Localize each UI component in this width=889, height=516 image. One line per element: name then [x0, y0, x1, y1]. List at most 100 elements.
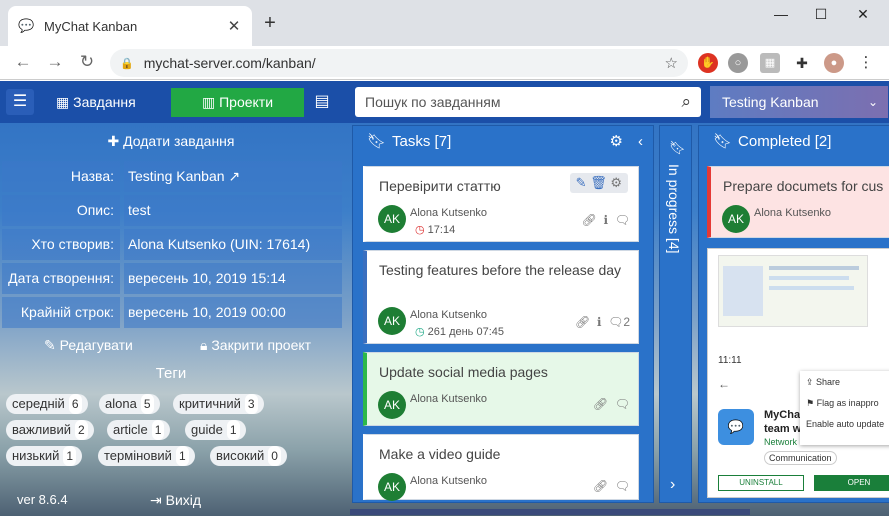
comment-icon[interactable]: 🗨︎ [615, 479, 630, 493]
task-card[interactable]: Testing features before the release day … [363, 250, 639, 344]
tag[interactable]: article 1 [107, 420, 171, 440]
field-value: test [124, 195, 342, 226]
tag-count: 1 [226, 420, 240, 440]
tag[interactable]: низький 1 [6, 446, 83, 466]
edit-label: Редагувати [59, 337, 133, 353]
field-label: Опис: [2, 195, 120, 226]
field-value: вересень 10, 2019 00:00 [124, 297, 342, 328]
project-name-value: Testing Kanban [128, 168, 225, 184]
extension-circle-icon[interactable]: ○ [728, 53, 748, 73]
task-card[interactable]: Prepare documets for cus AK Alona Kutsen… [707, 166, 889, 238]
project-select[interactable]: Testing Kanban ⌄ [710, 86, 888, 118]
comment-count: 2 [623, 315, 630, 329]
search-icon[interactable]: ⌕ [681, 92, 691, 112]
plus-icon: ✚ [107, 133, 124, 149]
bookmark-icon: 🔖︎ [713, 133, 733, 150]
column-in-progress-collapsed[interactable]: 🔖︎ In progress [4] › [659, 125, 692, 503]
info-icon[interactable]: ℹ [604, 213, 609, 227]
sidebar: ✚ Додати завдання Назва: Testing Kanban … [0, 123, 342, 516]
comment-icon[interactable]: 🗨︎ [615, 397, 630, 411]
chevron-right-icon[interactable]: › [670, 476, 675, 494]
pencil-icon[interactable]: ✎ [576, 175, 587, 190]
profile-avatar[interactable]: ● [824, 53, 844, 73]
gear-icon[interactable]: ⚙ [610, 126, 623, 158]
tag[interactable]: alona 5 [99, 394, 160, 414]
address-bar[interactable]: 🔒 mychat-server.com/kanban/ ☆ [110, 49, 688, 77]
tab-title: MyChat Kanban [44, 18, 138, 34]
tag[interactable]: терміновий 1 [98, 446, 195, 466]
tag[interactable]: середній 6 [6, 394, 88, 414]
task-card[interactable]: Перевірити статтю ✎ 🗑︎ ⚙ AK Alona Kutsen… [363, 166, 639, 242]
tag-count: 5 [140, 394, 154, 414]
card-meta-icons: 🔗︎ ℹ 🗨︎ [582, 213, 630, 227]
tag-count: 1 [151, 420, 165, 440]
preview-thumbnail [718, 255, 868, 327]
preview-menu-auto: Enable auto update [806, 419, 885, 429]
card-time: 261 день 07:45 [427, 326, 504, 338]
task-card[interactable]: Update social media pages AK Alona Kutse… [363, 352, 639, 426]
add-task-button[interactable]: ✚ Додати завдання [0, 133, 342, 150]
nav-projects-button[interactable]: ▥ Проекти [171, 88, 304, 117]
comment-icon[interactable]: 🗨︎ [615, 213, 630, 227]
card-author: Alona Kutsenko [410, 475, 488, 487]
maximize-icon[interactable]: ☐ [811, 6, 831, 23]
info-icon[interactable]: ℹ [597, 315, 602, 329]
tag[interactable]: важливий 2 [6, 420, 94, 440]
close-tab-icon[interactable]: ✕ [226, 17, 242, 35]
field-label: Дата створення: [2, 263, 120, 294]
field-value: Testing Kanban ↗ [124, 161, 342, 192]
browser-menu-icon[interactable]: ⋮ [856, 53, 876, 73]
edit-button[interactable]: ✎ Редагувати [44, 337, 133, 354]
close-project-button[interactable]: 🔒︎ Закрити проект [200, 337, 311, 354]
link-icon[interactable]: 🔗︎ [575, 315, 590, 329]
external-link-icon[interactable]: ↗ [228, 168, 240, 184]
gear-icon[interactable]: ⚙ [610, 175, 622, 190]
trash-icon[interactable]: 🗑︎ [590, 175, 607, 190]
column-title: Completed [2] [738, 133, 832, 150]
back-icon[interactable]: ← [12, 52, 34, 72]
link-icon[interactable]: 🔗︎ [593, 479, 608, 493]
tag[interactable]: guide 1 [185, 420, 246, 440]
card-title: Prepare documets for cus [723, 178, 884, 194]
app-topnav: ☰ ▦ Завдання ▥ Проекти ▤ Пошук по завдан… [0, 81, 889, 123]
tag[interactable]: високий 0 [210, 446, 287, 466]
tag-name: критичний [179, 396, 241, 411]
link-icon[interactable]: 🔗︎ [593, 397, 608, 411]
project-select-value: Testing Kanban [722, 94, 819, 110]
column-tasks: 🔖︎ Tasks [7] ⚙ ‹ Перевірити статтю ✎ 🗑︎ ⚙… [352, 125, 654, 503]
app-icon: 💬 [718, 409, 754, 445]
add-task-label: Додати завдання [123, 133, 235, 149]
extension-image-icon[interactable]: ▦ [760, 53, 780, 73]
menu-icon[interactable]: ☰ [6, 89, 34, 115]
logout-button[interactable]: ⇥ Вихід [150, 492, 201, 509]
browser-tab[interactable]: 💬 MyChat Kanban ✕ [8, 6, 252, 46]
task-card[interactable]: Make a video guide AK Alona Kutsenko 🔗︎ … [363, 434, 639, 501]
sign-out-icon: ⇥ [150, 492, 166, 508]
column-title: Tasks [7] [392, 133, 452, 150]
adblock-extension-icon[interactable]: ✋ [698, 53, 718, 73]
document-icon[interactable]: ▤ [313, 91, 331, 113]
tag-count: 6 [68, 394, 82, 414]
nav-tasks-button[interactable]: ▦ Завдання [56, 89, 136, 115]
minimize-icon[interactable]: — [771, 6, 791, 22]
horizontal-scrollbar[interactable] [350, 509, 750, 515]
search-placeholder: Пошук по завданням [365, 94, 501, 110]
field-label: Хто створив: [2, 229, 120, 260]
extensions-puzzle-icon[interactable]: ✚ [792, 53, 812, 73]
bookmark-icon: 🔖︎ [669, 140, 686, 155]
new-tab-icon[interactable]: + [260, 12, 280, 35]
bookmark-star-icon[interactable]: ☆ [665, 54, 678, 72]
comment-icon[interactable]: 🗨︎ [608, 315, 623, 329]
preview-app-name: MyChat [764, 409, 804, 421]
search-input[interactable]: Пошук по завданням ⌕ [355, 87, 701, 117]
link-icon[interactable]: 🔗︎ [582, 213, 597, 227]
card-image-preview[interactable]: 11:11 ← 💬 MyChat team wo Network Sc Comm… [707, 248, 889, 498]
card-meta-icons: 🔗︎ ℹ 🗨︎2 [575, 315, 630, 329]
forward-icon[interactable]: → [44, 52, 66, 72]
chevron-left-icon[interactable]: ‹ [638, 126, 643, 158]
column-completed: 🔖︎ Completed [2] Prepare documets for cus… [698, 125, 889, 503]
tag[interactable]: критичний 3 [173, 394, 264, 414]
reload-icon[interactable]: ↻ [76, 52, 98, 72]
close-window-icon[interactable]: ✕ [853, 6, 873, 23]
preview-line [769, 286, 854, 290]
